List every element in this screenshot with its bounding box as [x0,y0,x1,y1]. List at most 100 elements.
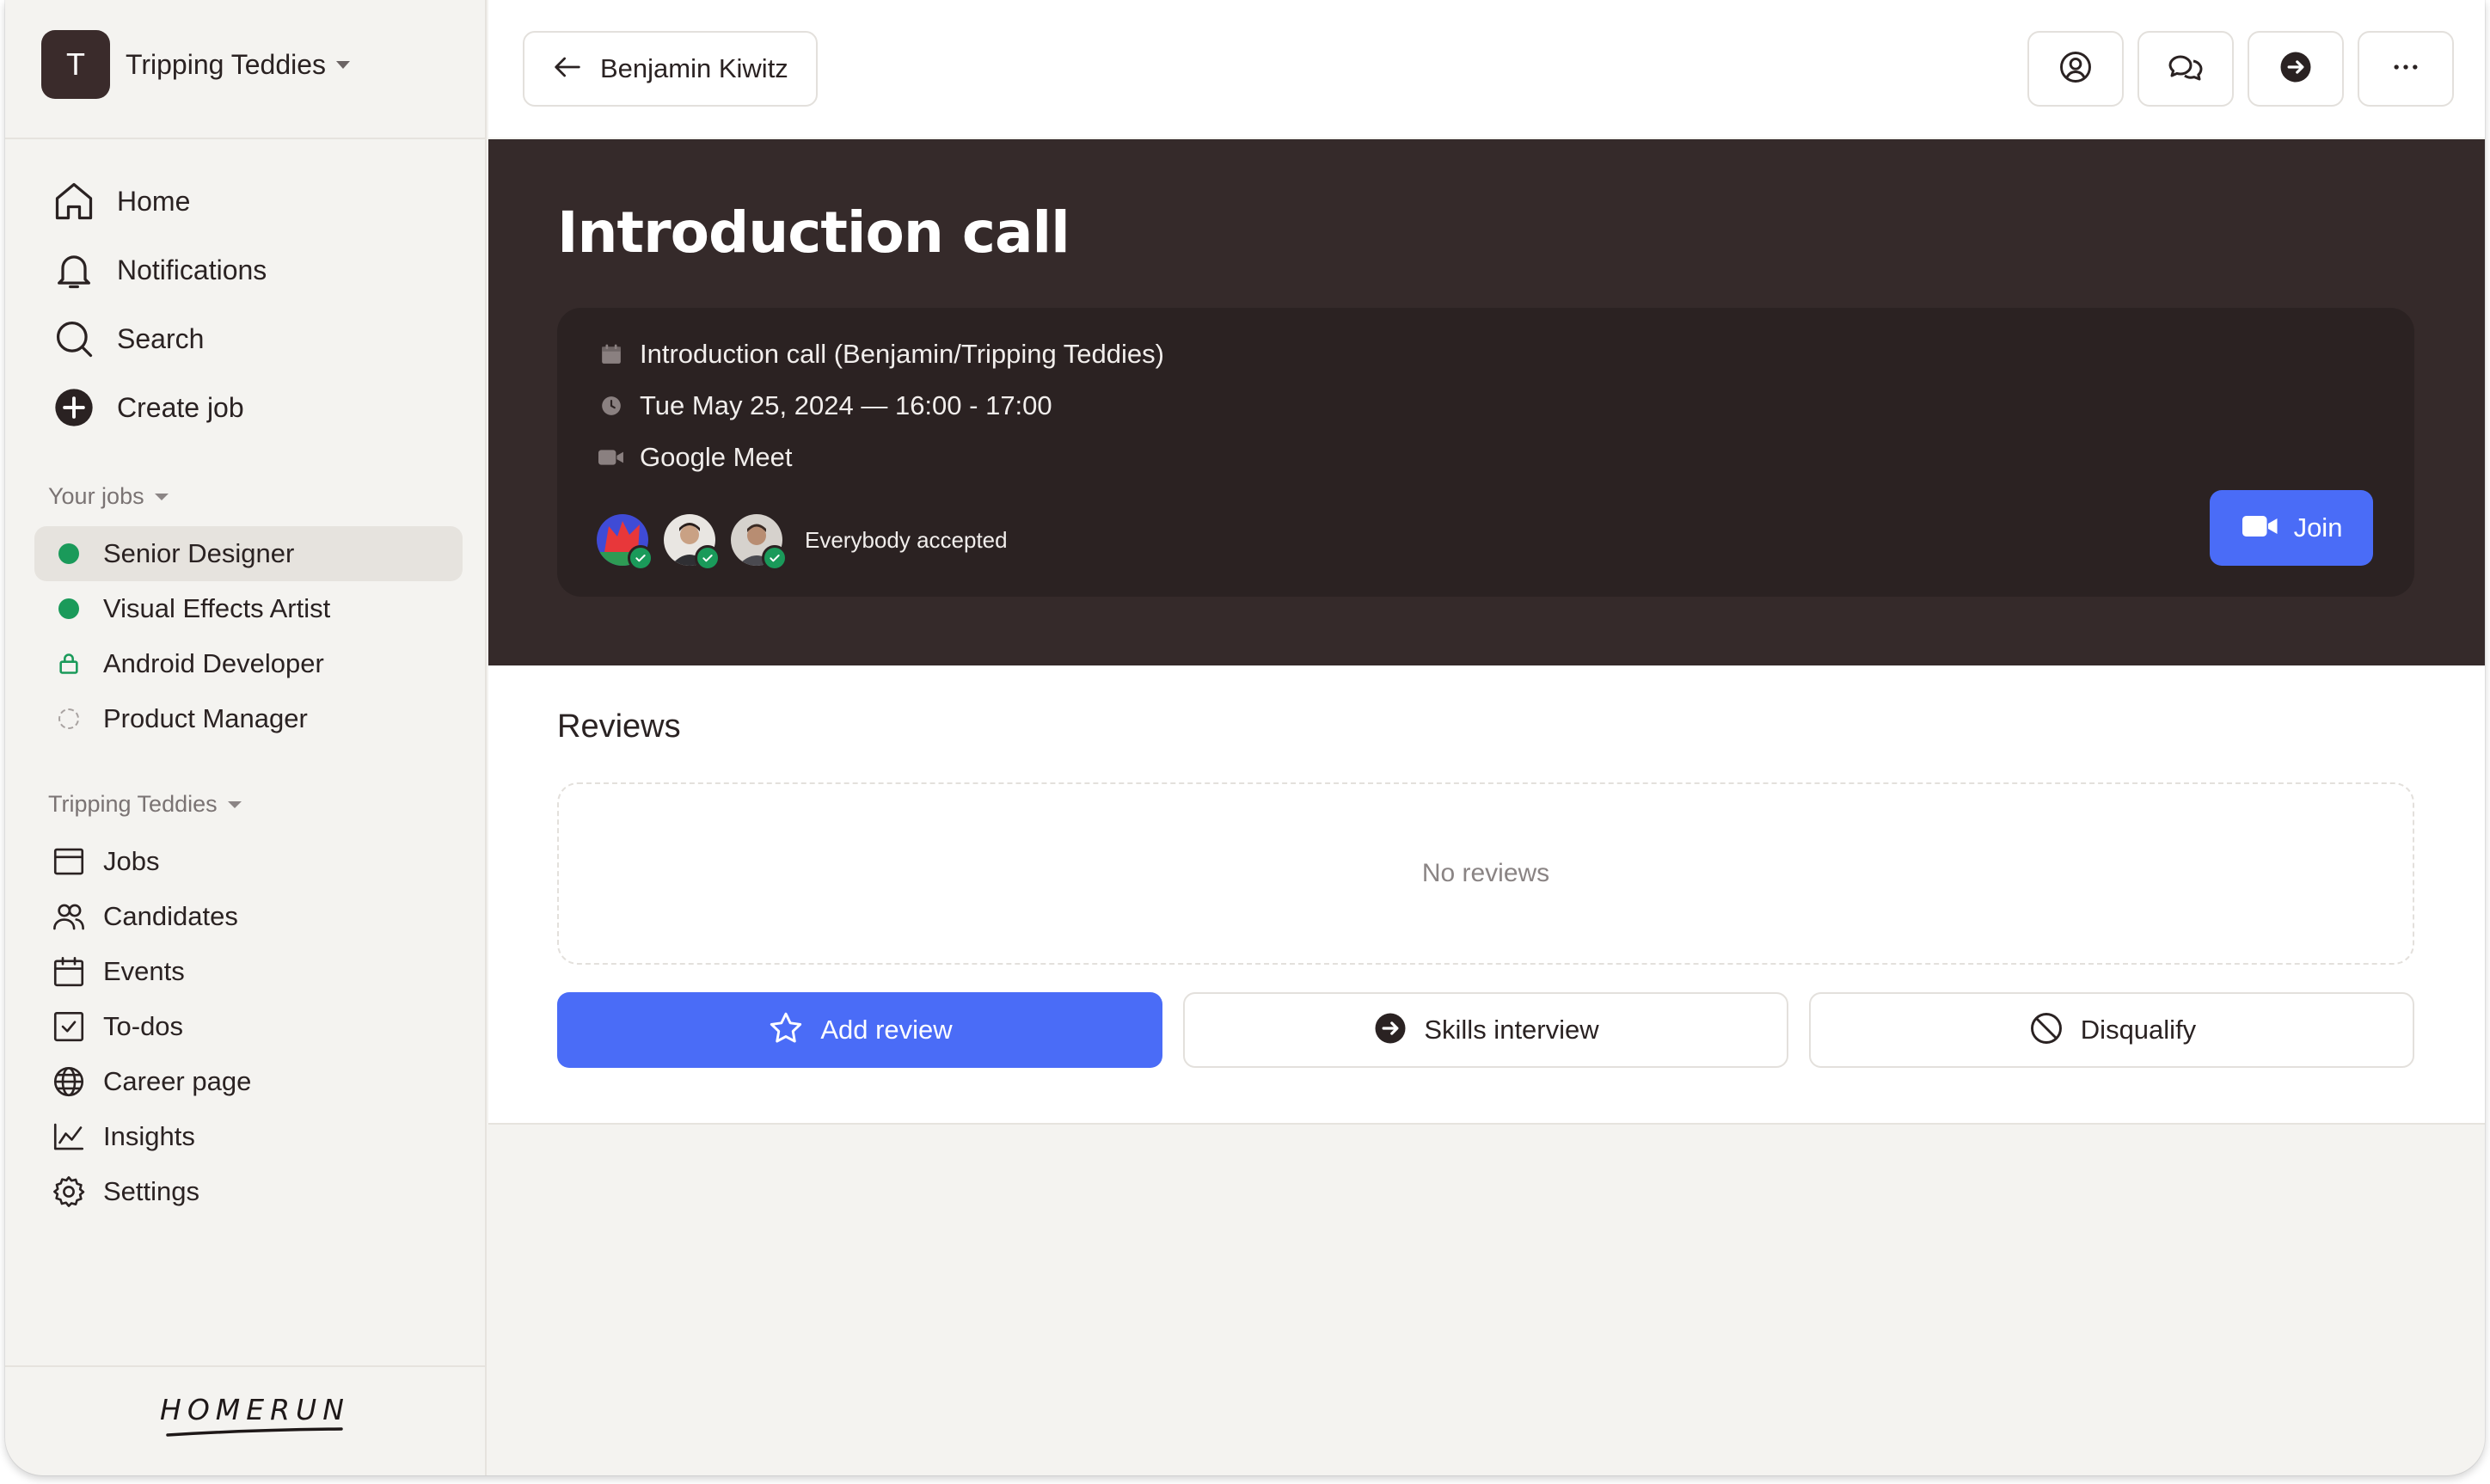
add-review-button[interactable]: Add review [557,992,1162,1068]
attendees-status: Everybody accepted [805,526,1008,553]
disqualify-button[interactable]: Disqualify [1809,992,2414,1068]
clock-icon [598,393,624,419]
calendar-icon [598,341,624,367]
org-avatar: T [41,30,110,99]
nav-label: Settings [103,1176,200,1206]
main-content: Benjamin Kiwitz Introduction call Introd… [488,0,2485,1475]
job-item-product-manager[interactable]: Product Manager [34,691,463,746]
job-label: Product Manager [103,703,308,733]
check-icon [695,545,721,571]
main-nav: Home Notifications Search Create job [50,167,267,442]
profile-icon [2057,48,2094,90]
avatar[interactable] [731,514,788,571]
profile-button[interactable] [2027,31,2124,107]
star-icon [767,1009,805,1052]
job-label: Android Developer [103,648,324,678]
add-review-label: Add review [820,1015,953,1045]
your-jobs-list: Senior Designer Visual Effects Artist An… [34,526,463,746]
next-stage-button[interactable] [2248,31,2344,107]
nav-insights[interactable]: Insights [50,1109,251,1164]
reviews-section: Reviews No reviews Add review Skills int… [488,665,2485,1125]
nav-notifications-label: Notifications [117,254,267,285]
caret-down-icon [227,800,242,808]
join-button[interactable]: Join [2210,490,2373,566]
avatar[interactable] [664,514,721,571]
candidate-name: Benjamin Kiwitz [600,53,788,83]
nav-create-job-label: Create job [117,391,244,423]
avatar[interactable] [597,514,653,571]
checkbox-icon [50,1008,88,1046]
nav-candidates[interactable]: Candidates [50,889,251,944]
home-icon [50,177,98,225]
job-label: Visual Effects Artist [103,593,331,623]
homerun-logo[interactable]: HOMERUN [160,1393,349,1443]
lock-icon [57,652,81,676]
event-name: Introduction call (Benjamin/Tripping Ted… [640,339,1164,369]
check-icon [628,545,653,571]
status-active-icon [57,597,81,621]
nav-events[interactable]: Events [50,944,251,999]
check-icon [762,545,788,571]
ban-icon [2027,1009,2065,1052]
sidebar-divider [5,1365,485,1367]
skills-interview-label: Skills interview [1424,1015,1599,1045]
people-icon [50,898,88,935]
job-item-visual-effects-artist[interactable]: Visual Effects Artist [34,581,463,636]
globe-icon [50,1063,88,1101]
org-name: Tripping Teddies [126,48,327,80]
job-item-senior-designer[interactable]: Senior Designer [34,526,463,581]
more-icon [2389,50,2423,89]
your-jobs-toggle[interactable]: Your jobs [48,483,169,510]
next-stage-icon [2278,49,2314,89]
nav-todos[interactable]: To-dos [50,999,251,1054]
status-active-icon [57,542,81,566]
search-icon [50,315,98,363]
topbar: Benjamin Kiwitz [488,0,2485,138]
org-section-title: Tripping Teddies [48,791,218,817]
event-details-card: Introduction call (Benjamin/Tripping Ted… [557,308,2414,597]
sidebar: T Tripping Teddies Home Notifications Se… [5,0,487,1475]
nav-create-job[interactable]: Create job [50,373,267,442]
app-window: T Tripping Teddies Home Notifications Se… [5,0,2485,1475]
reviews-title: Reviews [557,708,681,745]
plus-circle-icon [50,383,98,432]
chart-icon [50,1118,88,1156]
empty-message: No reviews [1421,859,1550,887]
reviews-empty-state: No reviews [557,782,2414,965]
back-button[interactable]: Benjamin Kiwitz [523,31,818,107]
status-draft-icon [57,707,81,731]
event-location-row: Google Meet [598,442,793,473]
caret-down-icon [154,493,169,500]
your-jobs-title: Your jobs [48,483,144,509]
attendees: Everybody accepted [597,514,1008,571]
nav-jobs[interactable]: Jobs [50,834,251,889]
nav-career-page[interactable]: Career page [50,1054,251,1109]
event-time-row: Tue May 25, 2024 — 16:00 - 17:00 [598,390,1052,421]
org-section-toggle[interactable]: Tripping Teddies [48,791,242,818]
nav-home[interactable]: Home [50,167,267,236]
more-button[interactable] [2358,31,2454,107]
job-label: Senior Designer [103,538,295,568]
org-switcher[interactable]: T Tripping Teddies [41,29,351,100]
nav-label: To-dos [103,1011,184,1041]
video-icon [2241,513,2280,543]
next-stage-icon [1372,1010,1408,1051]
org-nav: Jobs Candidates Events To-dos Career pag… [50,834,251,1219]
skills-interview-button[interactable]: Skills interview [1183,992,1788,1068]
nav-search[interactable]: Search [50,304,267,373]
event-title: Introduction call [557,199,1070,266]
logo-underline [166,1427,343,1437]
nav-label: Events [103,956,185,986]
arrow-left-icon [550,50,585,89]
nav-notifications[interactable]: Notifications [50,236,267,304]
chat-button[interactable] [2137,31,2234,107]
nav-settings[interactable]: Settings [50,1164,251,1219]
event-location: Google Meet [640,442,793,472]
caret-down-icon [336,60,351,69]
nav-search-label: Search [117,322,205,354]
job-item-android-developer[interactable]: Android Developer [34,636,463,691]
chat-icon [2165,46,2206,92]
bell-icon [50,246,98,294]
nav-label: Insights [103,1121,195,1151]
event-hero: Introduction call Introduction call (Ben… [488,139,2485,665]
